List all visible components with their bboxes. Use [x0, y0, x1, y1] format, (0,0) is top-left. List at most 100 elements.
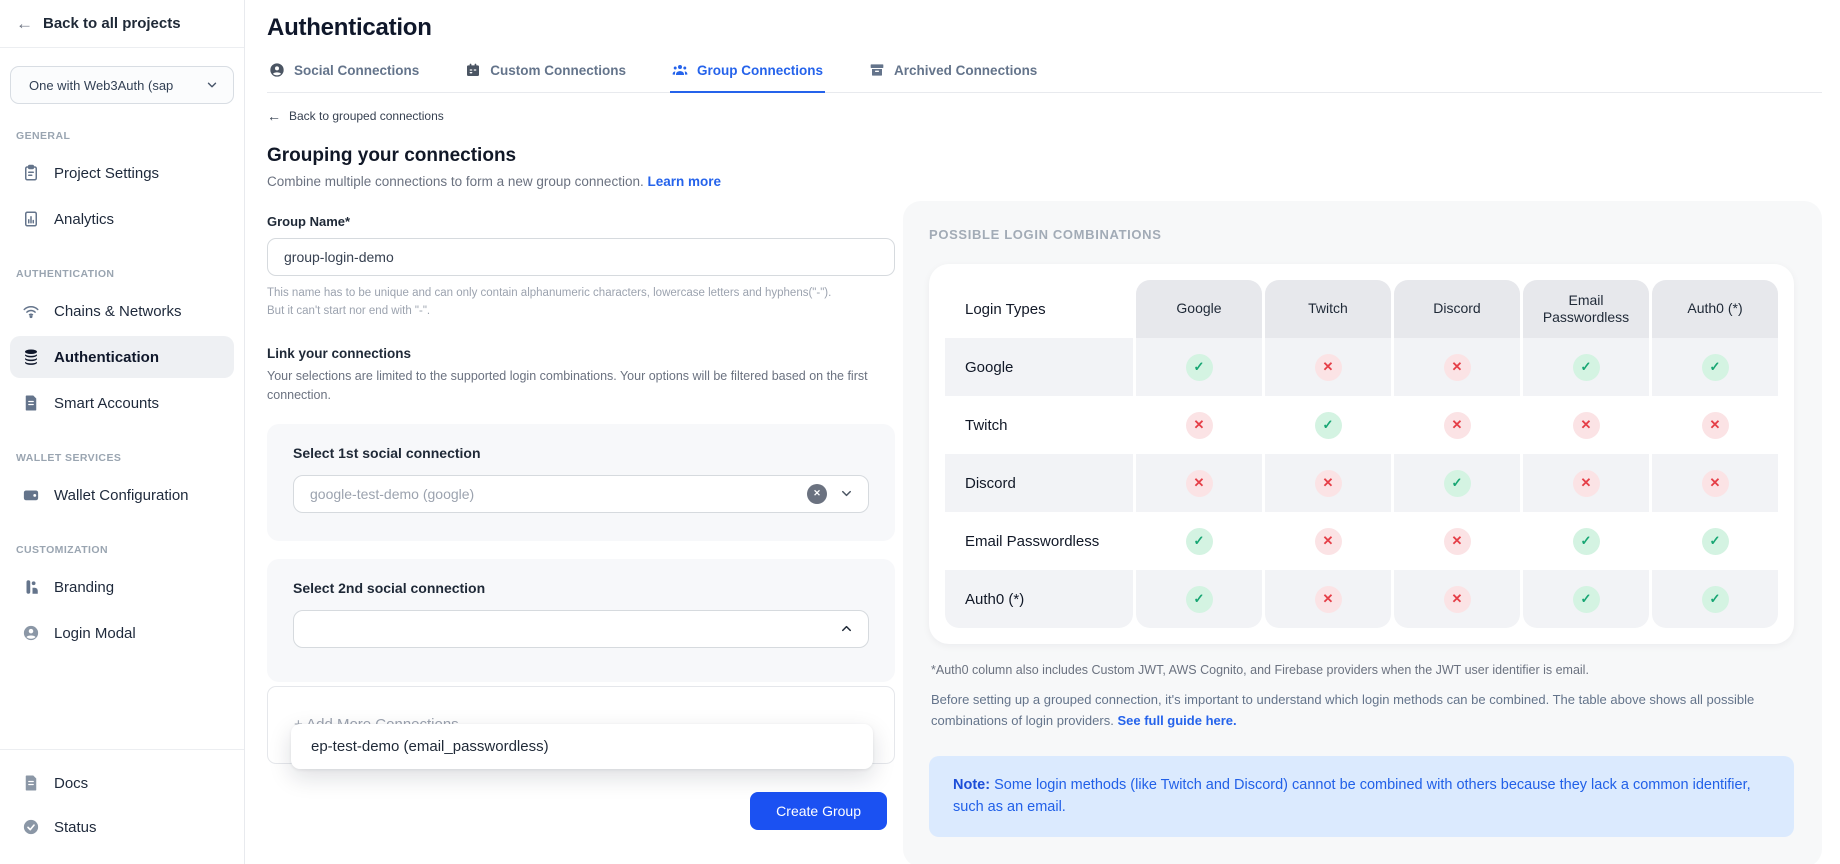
row-label: Twitch [945, 396, 1133, 454]
form-actions: Create Group [267, 792, 895, 830]
table-cell [1136, 454, 1262, 512]
table-cell [1394, 512, 1520, 570]
second-connection-card: Select 2nd social connection [267, 559, 895, 682]
archive-box-icon [869, 62, 885, 78]
page-title: Authentication [267, 14, 1822, 42]
combination-badge [1186, 528, 1213, 555]
form-subheading: Combine multiple connections to form a n… [267, 174, 895, 189]
table-cell [1136, 338, 1262, 396]
sidebar-item-branding[interactable]: Branding [10, 566, 234, 608]
group-form: ← Back to grouped connections Grouping y… [267, 93, 895, 830]
table-cell [1523, 338, 1649, 396]
sidebar-item-chains-networks[interactable]: Chains & Networks [10, 290, 234, 332]
create-group-button[interactable]: Create Group [750, 792, 887, 830]
link-connections-description: Your selections are limited to the suppo… [267, 367, 895, 406]
table-cell [1652, 396, 1778, 454]
sidebar-item-project-settings[interactable]: Project Settings [10, 152, 234, 194]
combination-badge [1573, 528, 1600, 555]
people-group-icon [672, 62, 688, 78]
first-connection-value: google-test-demo (google) [310, 486, 807, 502]
table-cell [1394, 570, 1520, 628]
combination-badge [1444, 586, 1471, 613]
combination-badge [1315, 412, 1342, 439]
group-name-help-line2: But it can't start nor end with "-". [267, 305, 430, 317]
combination-badge [1702, 586, 1729, 613]
sidebar-item-wallet-configuration[interactable]: Wallet Configuration [10, 474, 234, 516]
table-cell [1394, 338, 1520, 396]
sidebar-item-status[interactable]: Status [10, 806, 234, 848]
note-text: Some login methods (like Twitch and Disc… [953, 777, 1751, 815]
table-cell [1265, 512, 1391, 570]
column-header: Twitch [1265, 280, 1391, 338]
login-combinations-panel: POSSIBLE LOGIN COMBINATIONS Login Types … [903, 201, 1822, 864]
back-to-all-projects-link[interactable]: ← Back to all projects [0, 0, 244, 48]
id-badge-icon [465, 62, 481, 78]
sidebar-item-label: Wallet Configuration [54, 487, 189, 504]
clear-selection-icon[interactable]: ✕ [807, 484, 827, 504]
sidebar: ← Back to all projects One with Web3Auth… [0, 0, 245, 864]
combination-badge [1702, 412, 1729, 439]
combination-badge [1315, 586, 1342, 613]
connection-dropdown-menu: ep-test-demo (email_passwordless) [291, 724, 873, 769]
sidebar-item-label: Branding [54, 579, 114, 596]
project-selector-value: One with Web3Auth (sap [29, 78, 203, 93]
column-header: Auth0 (*) [1652, 280, 1778, 338]
main-area: Authentication Social Connections Custom… [245, 0, 1840, 864]
tab-label: Group Connections [697, 63, 823, 78]
tab-group-connections[interactable]: Group Connections [670, 62, 825, 93]
user-circle-icon [269, 62, 285, 78]
form-subheading-text: Combine multiple connections to form a n… [267, 174, 644, 189]
auth0-footnote: *Auth0 column also includes Custom JWT, … [929, 663, 1794, 677]
combination-badge [1573, 412, 1600, 439]
tab-label: Social Connections [294, 63, 419, 78]
learn-more-link[interactable]: Learn more [647, 174, 721, 189]
sidebar-item-label: Project Settings [54, 165, 159, 182]
arrow-left-icon: ← [267, 108, 281, 124]
chevron-up-icon [839, 621, 854, 636]
table-cell [1652, 570, 1778, 628]
table-cell [1265, 454, 1391, 512]
sidebar-item-smart-accounts[interactable]: Smart Accounts [10, 382, 234, 424]
back-to-grouped-connections-link[interactable]: ← Back to grouped connections [267, 108, 895, 124]
database-icon [22, 348, 40, 366]
tab-label: Archived Connections [894, 63, 1037, 78]
group-name-input[interactable] [267, 238, 895, 276]
user-circle-icon [22, 624, 40, 642]
tab-social-connections[interactable]: Social Connections [267, 62, 421, 93]
column-header: Login Types [945, 280, 1133, 338]
combination-badge [1573, 586, 1600, 613]
first-connection-select[interactable]: google-test-demo (google) ✕ [293, 475, 869, 513]
dropdown-option-ep-test-demo[interactable]: ep-test-demo (email_passwordless) [291, 724, 873, 769]
second-connection-select[interactable] [293, 610, 869, 648]
project-selector[interactable]: One with Web3Auth (sap [10, 66, 234, 104]
column-header: Google [1136, 280, 1262, 338]
sidebar-item-login-modal[interactable]: Login Modal [10, 612, 234, 654]
table-cell [1523, 396, 1649, 454]
sidebar-item-docs[interactable]: Docs [10, 762, 234, 804]
combination-badge [1186, 586, 1213, 613]
sidebar-item-label: Authentication [54, 349, 159, 366]
table-cell [1652, 454, 1778, 512]
combination-badge [1702, 354, 1729, 381]
table-cell [1265, 570, 1391, 628]
sidebar-item-analytics[interactable]: Analytics [10, 198, 234, 240]
row-label: Auth0 (*) [945, 570, 1133, 628]
arrow-left-icon: ← [16, 14, 33, 34]
table-cell [1265, 338, 1391, 396]
link-connections-heading: Link your connections [267, 346, 895, 361]
wallet-icon [22, 486, 40, 504]
select-second-connection-label: Select 2nd social connection [293, 580, 869, 596]
combination-badge [1573, 470, 1600, 497]
sidebar-item-label: Chains & Networks [54, 303, 182, 320]
tab-custom-connections[interactable]: Custom Connections [463, 62, 628, 93]
table-cell [1394, 396, 1520, 454]
combination-badge [1315, 528, 1342, 555]
sidebar-item-label: Login Modal [54, 625, 136, 642]
tab-archived-connections[interactable]: Archived Connections [867, 62, 1039, 93]
group-name-label: Group Name* [267, 214, 895, 229]
sidebar-item-authentication[interactable]: Authentication [10, 336, 234, 378]
table-cell [1394, 454, 1520, 512]
see-full-guide-link[interactable]: See full guide here. [1117, 713, 1236, 728]
sidebar-section-general: GENERAL [16, 130, 228, 142]
table-cell [1523, 570, 1649, 628]
